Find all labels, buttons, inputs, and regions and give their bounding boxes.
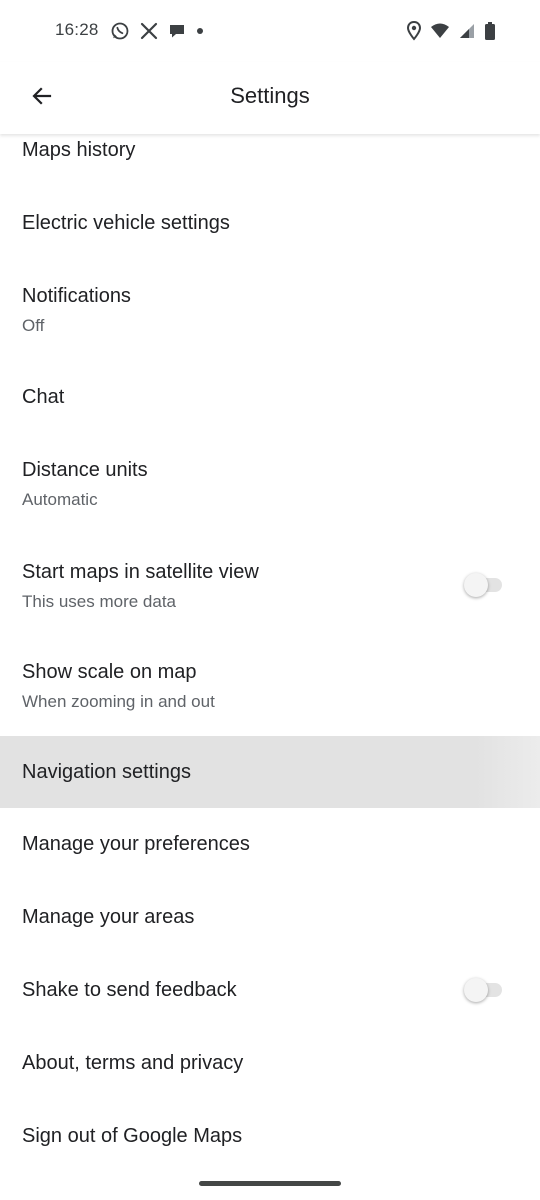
- signal-icon: [458, 22, 476, 40]
- settings-item-title: About, terms and privacy: [22, 1052, 244, 1074]
- settings-item-subtitle: Automatic: [22, 490, 98, 509]
- settings-list[interactable]: Maps history Electric vehicle settings N…: [0, 134, 540, 1174]
- settings-item-maps-history[interactable]: Maps history: [0, 134, 540, 182]
- settings-item-subtitle: Off: [22, 316, 45, 335]
- status-bar: 16:28: [0, 0, 540, 62]
- settings-item-satellite-view[interactable]: Start maps in satellite view This uses m…: [0, 536, 540, 636]
- wifi-icon: [430, 22, 450, 40]
- settings-item-about[interactable]: About, terms and privacy: [0, 1027, 540, 1100]
- settings-item-title: Notifications: [22, 285, 131, 307]
- settings-item-distance-units[interactable]: Distance units Automatic: [0, 434, 540, 536]
- settings-item-show-scale[interactable]: Show scale on map When zooming in and ou…: [0, 636, 540, 736]
- settings-item-title: Maps history: [22, 139, 136, 161]
- settings-item-title: Electric vehicle settings: [22, 212, 230, 234]
- settings-item-title: Distance units: [22, 459, 148, 481]
- battery-icon: [484, 21, 496, 41]
- toggle-thumb: [464, 978, 488, 1002]
- settings-item-title: Manage your areas: [22, 906, 195, 928]
- system-icons: [406, 20, 496, 42]
- settings-item-manage-preferences[interactable]: Manage your preferences: [0, 808, 540, 881]
- settings-item-manage-areas[interactable]: Manage your areas: [0, 881, 540, 954]
- settings-item-title: Shake to send feedback: [22, 979, 237, 1001]
- settings-item-notifications[interactable]: Notifications Off: [0, 260, 540, 362]
- notification-icons: [110, 20, 204, 42]
- settings-item-subtitle: This uses more data: [22, 592, 177, 611]
- app-bar: Settings: [0, 62, 540, 134]
- settings-item-subtitle: When zooming in and out: [22, 692, 215, 711]
- settings-item-navigation[interactable]: Navigation settings: [0, 736, 540, 808]
- chat-bubble-icon: [168, 22, 186, 40]
- satellite-view-toggle[interactable]: [464, 573, 504, 597]
- settings-item-title: Show scale on map: [22, 661, 197, 683]
- location-icon: [406, 21, 422, 41]
- status-time: 16:28: [55, 20, 99, 39]
- settings-item-title: Start maps in satellite view: [22, 561, 259, 583]
- whatsapp-icon: [110, 21, 130, 41]
- settings-item-sign-out[interactable]: Sign out of Google Maps: [0, 1100, 540, 1173]
- home-indicator[interactable]: [199, 1181, 341, 1186]
- page-title: Settings: [230, 83, 310, 108]
- toggle-thumb: [464, 573, 488, 597]
- settings-item-title: Chat: [22, 386, 65, 408]
- settings-item-electric-vehicle[interactable]: Electric vehicle settings: [0, 188, 540, 260]
- dot-icon: [196, 27, 204, 35]
- shake-feedback-toggle[interactable]: [464, 978, 504, 1002]
- x-icon: [140, 22, 158, 40]
- settings-item-title: Navigation settings: [22, 761, 191, 783]
- settings-item-title: Manage your preferences: [22, 833, 250, 855]
- settings-item-shake-feedback[interactable]: Shake to send feedback: [0, 954, 540, 1027]
- settings-item-chat[interactable]: Chat: [0, 362, 540, 434]
- settings-item-title: Sign out of Google Maps: [22, 1125, 243, 1147]
